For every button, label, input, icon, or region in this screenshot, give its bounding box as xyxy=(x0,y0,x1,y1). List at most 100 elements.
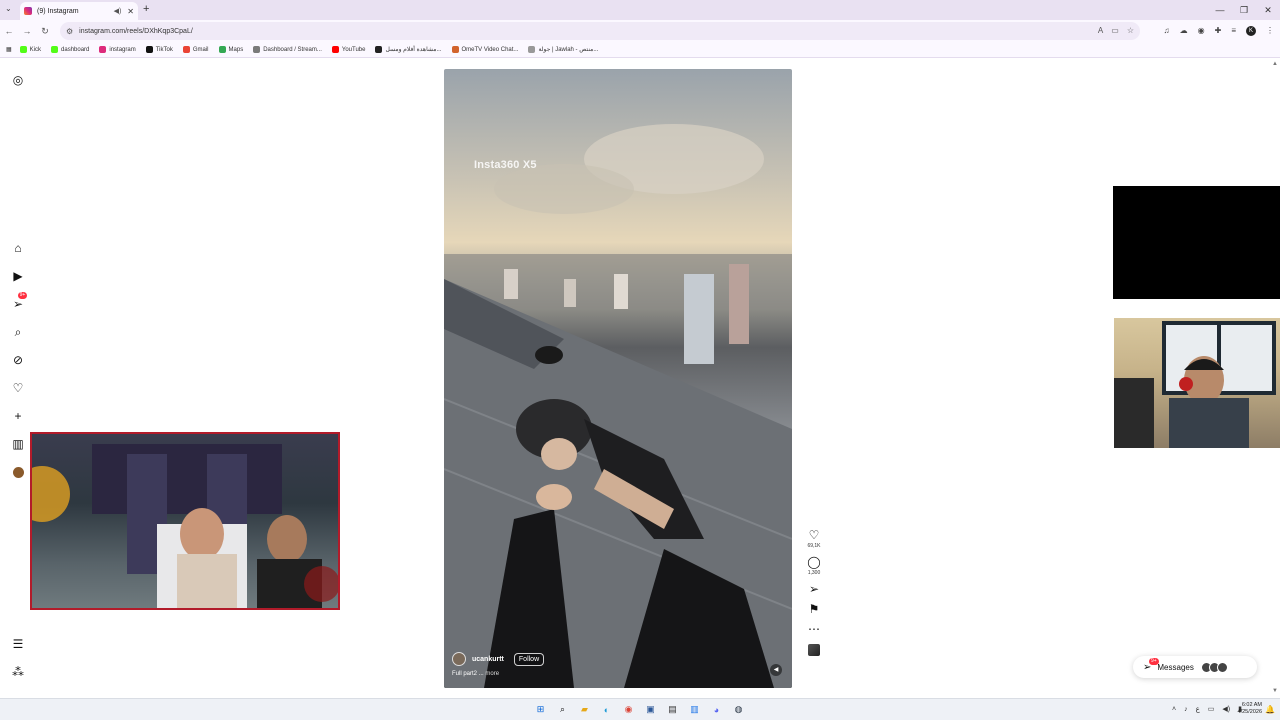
messages-button[interactable]: ➢ 9+ Messages xyxy=(1133,656,1257,678)
maximize-button[interactable]: ❐ xyxy=(1232,0,1256,20)
clock[interactable]: 6:02 AM 4/25/2026 xyxy=(1238,702,1262,716)
reading-list-icon[interactable]: ≡ xyxy=(1231,22,1236,40)
microphone-icon[interactable]: ♪ xyxy=(1184,703,1188,717)
messages-badge: 9+ xyxy=(1149,657,1159,665)
address-bar-actions: A ▭ ☆ xyxy=(1098,22,1134,40)
bookmark-favicon-icon xyxy=(19,46,27,53)
extension-icons: ♫ ☁ ◉ ✚ ≡ K ⋮ xyxy=(1164,22,1274,40)
forward-button[interactable]: → xyxy=(18,26,36,36)
media-extension-icon[interactable]: ♫ xyxy=(1164,22,1170,40)
profile-avatar[interactable] xyxy=(10,464,26,480)
more-menu-icon[interactable]: ☰ xyxy=(10,636,26,652)
profile-avatar-icon[interactable]: K xyxy=(1246,26,1256,36)
volume-icon[interactable]: ◀) xyxy=(1222,703,1230,717)
bookmark-star-icon[interactable]: ☆ xyxy=(1127,22,1134,40)
browser-tab-strip: ⌄ (9) Instagram ◀) ✕ + — ❐ ✕ xyxy=(0,0,1280,20)
author-username[interactable]: ucankurtt xyxy=(472,656,504,663)
app-icon[interactable]: ▤ xyxy=(665,702,680,717)
tray-chevron-icon[interactable]: ˄ xyxy=(1172,703,1176,717)
cast-icon[interactable]: ▭ xyxy=(1111,22,1119,40)
back-button[interactable]: ← xyxy=(0,26,18,36)
author-avatar[interactable] xyxy=(452,652,466,666)
mute-icon[interactable]: ◀ xyxy=(770,664,782,676)
browser-tab-instagram[interactable]: (9) Instagram ◀) ✕ xyxy=(20,2,138,20)
bookmark-favicon-icon xyxy=(253,46,261,53)
reel-video[interactable]: Insta360 X5 ucankurtt Follow Full part2 … xyxy=(444,69,792,688)
home-icon[interactable]: ⌂ xyxy=(10,240,26,256)
chrome-icon[interactable]: ◉ xyxy=(621,702,636,717)
dashboard-chart-icon[interactable]: ▥ xyxy=(10,436,26,452)
file-explorer-icon[interactable]: ▰ xyxy=(577,702,592,717)
bookmark-label: Gmail xyxy=(192,46,209,53)
bookmark-item[interactable]: dashboard xyxy=(51,46,89,53)
bookmark-item[interactable]: مشاهدة أفلام ومسل... xyxy=(375,46,442,53)
save-action[interactable]: ⚑ xyxy=(803,602,825,616)
follow-button[interactable]: Follow xyxy=(513,652,545,666)
minimize-button[interactable]: — xyxy=(1208,0,1232,20)
speaker-icon[interactable]: ◀) xyxy=(114,7,122,15)
bookmark-label: instagram xyxy=(109,46,136,53)
translate-icon[interactable]: A xyxy=(1098,22,1103,40)
address-bar[interactable]: ⚙ instagram.com/reels/DXhKqp3CpaL/ xyxy=(60,22,1140,40)
share-action[interactable]: ➢ xyxy=(803,582,825,596)
reels-icon[interactable]: ▶ xyxy=(10,268,26,284)
notification-bell-icon[interactable]: 🔔 xyxy=(1265,705,1275,714)
bookmark-item[interactable]: Dashboard / Stream... xyxy=(253,46,322,53)
scroll-down-arrow-icon[interactable]: ▼ xyxy=(1272,688,1278,694)
tab-search-icon[interactable]: ⌄ xyxy=(5,4,12,13)
bookmark-item[interactable]: TikTok xyxy=(145,46,173,53)
site-info-icon[interactable]: ⚙ xyxy=(66,27,73,36)
share-icon[interactable]: ➢ xyxy=(809,582,819,596)
more-action[interactable]: ⋯ xyxy=(803,622,825,636)
bookmark-item[interactable]: Maps xyxy=(218,46,243,53)
notifications-heart-icon[interactable]: ♡ xyxy=(10,380,26,396)
explore-icon[interactable]: ⊘ xyxy=(10,352,26,368)
discord-icon[interactable]: ◕ xyxy=(709,702,724,717)
clock-time: 6:02 AM xyxy=(1241,702,1262,708)
instagram-logo-icon[interactable]: ◎ xyxy=(10,72,26,88)
close-window-button[interactable]: ✕ xyxy=(1256,0,1280,20)
puzzle-extensions-icon[interactable]: ✚ xyxy=(1215,22,1222,40)
bookmark-item[interactable]: Gmail xyxy=(182,46,209,53)
audio-thumbnail[interactable] xyxy=(808,644,820,656)
webcam-scene-right xyxy=(1114,321,1276,448)
search-icon[interactable]: ⌕ xyxy=(10,324,26,340)
bookmark-item[interactable]: OmeTV Video Chat... xyxy=(451,46,518,53)
edge-icon[interactable]: ◐ xyxy=(599,702,614,717)
bookmark-item[interactable]: instagram xyxy=(99,46,136,53)
new-tab-button[interactable]: + xyxy=(143,3,149,15)
extension-icon[interactable]: ◉ xyxy=(1198,22,1205,40)
reload-button[interactable]: ↻ xyxy=(36,26,54,37)
bookmark-label: dashboard xyxy=(61,46,90,53)
windows-start-icon[interactable]: ⊞ xyxy=(533,702,548,717)
apps-grid-icon[interactable]: ▦ xyxy=(6,46,12,53)
reel-actions: ♡ 69,1K ◯ 1,300 ➢ ⚑ ⋯ xyxy=(803,528,825,662)
browser-menu-icon[interactable]: ⋮ xyxy=(1266,22,1274,40)
network-icon[interactable]: ▭ xyxy=(1208,703,1215,717)
bookmark-item[interactable]: Kick xyxy=(19,46,41,53)
also-from-meta-icon[interactable]: ⁂ xyxy=(10,664,26,680)
steam-icon[interactable]: ◍ xyxy=(731,702,746,717)
comments-count: 1,300 xyxy=(807,570,821,576)
comment-action[interactable]: ◯ 1,300 xyxy=(803,555,825,576)
streamer-webcam-left xyxy=(30,432,340,610)
like-action[interactable]: ♡ 69,1K xyxy=(803,528,825,549)
close-tab-icon[interactable]: ✕ xyxy=(127,7,134,16)
app-icon[interactable]: ▥ xyxy=(687,702,702,717)
scroll-up-arrow-icon[interactable]: ▲ xyxy=(1272,61,1278,67)
bookmark-item[interactable]: YouTube xyxy=(331,46,365,53)
more-options-icon[interactable]: ⋯ xyxy=(808,622,820,636)
language-icon[interactable]: ع xyxy=(1196,703,1200,717)
bookmark-item[interactable]: جولة | Jawlah - منتص... xyxy=(528,46,598,53)
browser-toolbar: ← → ↻ ⚙ instagram.com/reels/DXhKqp3CpaL/… xyxy=(0,20,1280,42)
cloud-extension-icon[interactable]: ☁ xyxy=(1180,22,1188,40)
bookmark-icon[interactable]: ⚑ xyxy=(809,602,820,616)
heart-icon[interactable]: ♡ xyxy=(809,528,820,542)
audio-action[interactable] xyxy=(803,642,825,656)
create-plus-icon[interactable]: + xyxy=(10,408,26,424)
caption-more-link[interactable]: more xyxy=(485,671,499,677)
comment-icon[interactable]: ◯ xyxy=(807,555,820,569)
app-icon[interactable]: ▣ xyxy=(643,702,658,717)
search-icon[interactable]: ⌕ xyxy=(555,702,570,717)
direct-messages-icon[interactable]: ➢ 9+ xyxy=(10,292,27,312)
